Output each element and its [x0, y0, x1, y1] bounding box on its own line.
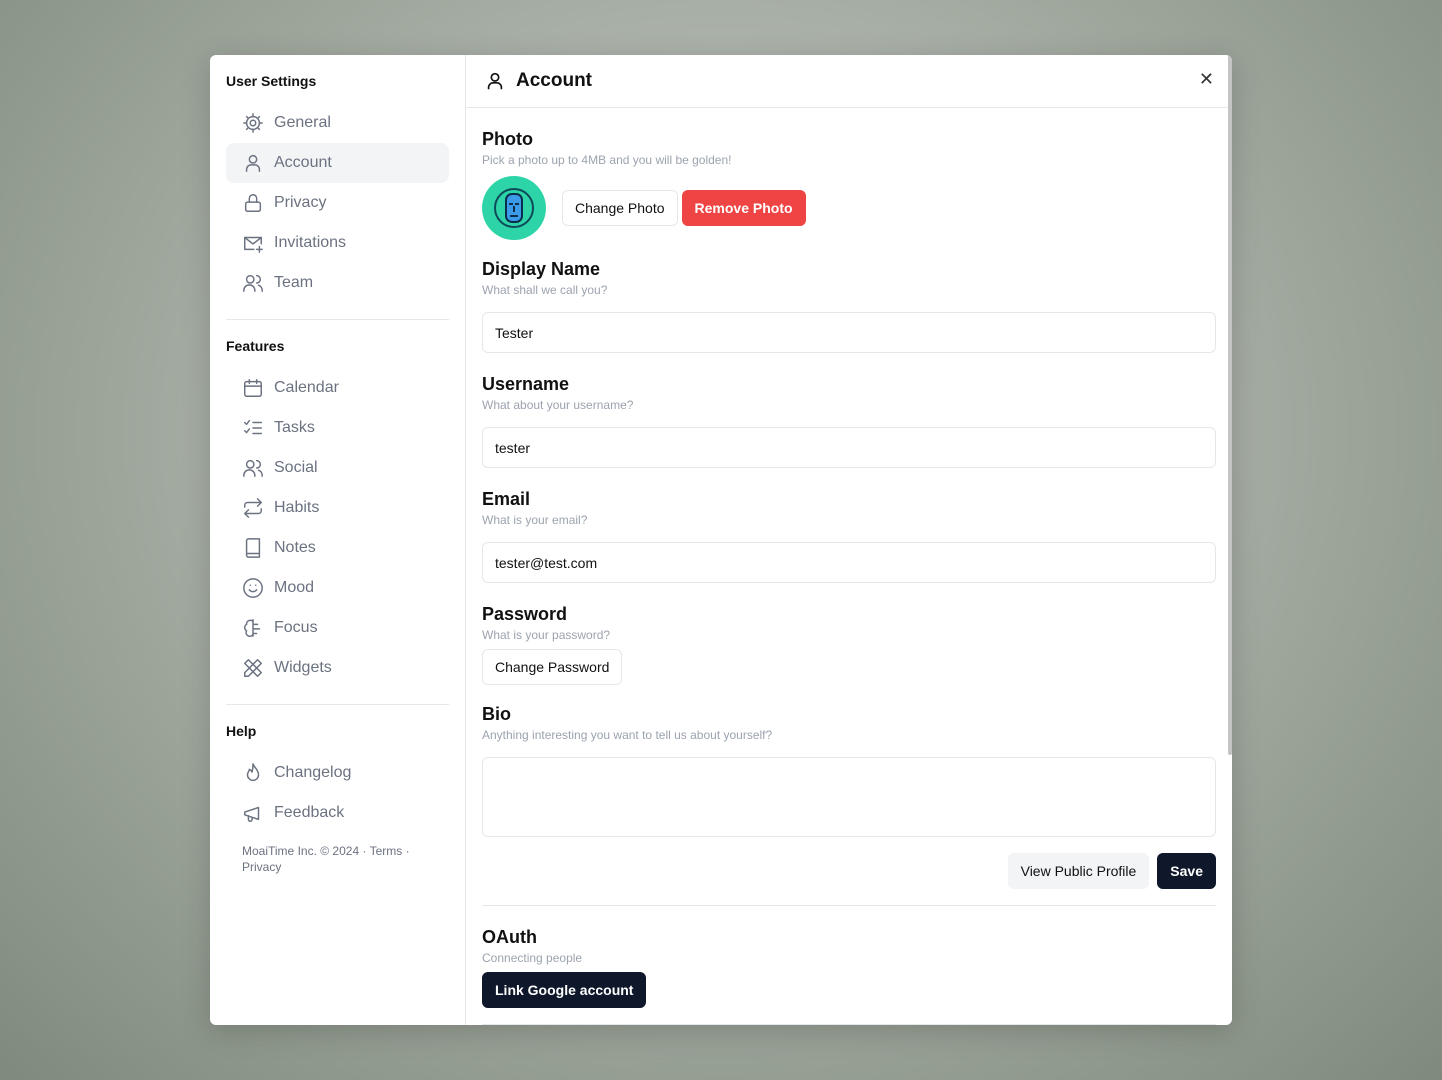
- divider: [226, 704, 449, 705]
- gear-icon: [243, 113, 263, 133]
- save-button[interactable]: Save: [1157, 853, 1216, 889]
- display-name-heading: Display Name: [482, 259, 601, 279]
- sidebar-item-label: Widgets: [274, 659, 332, 676]
- link-google-button[interactable]: Link Google account: [482, 972, 647, 1008]
- features-heading: Features: [226, 338, 285, 354]
- megaphone-icon: [244, 806, 260, 822]
- sidebar-item-label: Social: [274, 459, 318, 476]
- avatar: [482, 176, 546, 240]
- remove-photo-button[interactable]: Remove Photo: [681, 190, 806, 226]
- flame-icon: [246, 763, 260, 781]
- sidebar-footer: MoaiTime Inc. © 2024 · Terms · Privacy: [226, 843, 449, 875]
- sidebar-item-label: Mood: [274, 579, 315, 596]
- panel-header: Account ✕: [466, 55, 1232, 108]
- help-heading: Help: [226, 723, 257, 739]
- email-input[interactable]: tester@test.com: [482, 542, 1216, 583]
- divider: [482, 1024, 1216, 1025]
- sidebar-item-label: General: [274, 114, 331, 131]
- oauth-subtitle: Connecting people: [482, 951, 583, 965]
- users-icon: [243, 274, 263, 292]
- sidebar-item-label: Calendar: [274, 379, 339, 396]
- email-heading: Email: [482, 489, 531, 509]
- oauth-heading: OAuth: [482, 927, 537, 947]
- terms-link[interactable]: Terms: [370, 844, 403, 858]
- sidebar-item-label: Team: [274, 274, 314, 291]
- users-icon: [243, 459, 263, 477]
- user-icon: [487, 72, 503, 90]
- sidebar-item-feedback[interactable]: Feedback: [226, 793, 449, 833]
- mail-plus-icon: [244, 236, 263, 253]
- sidebar-item-label: Feedback: [274, 804, 345, 821]
- username-heading: Username: [482, 374, 570, 394]
- sidebar-item-notes[interactable]: Notes: [226, 528, 449, 568]
- password-heading: Password: [482, 604, 568, 624]
- sidebar-item-tasks[interactable]: Tasks: [226, 408, 449, 448]
- brain-icon: [244, 619, 261, 637]
- divider: [226, 319, 449, 320]
- sidebar-item-label: Notes: [274, 539, 316, 556]
- sidebar-item-general[interactable]: General: [226, 103, 449, 143]
- pencil-ruler-icon: [244, 659, 262, 677]
- bio-subtitle: Anything interesting you want to tell us…: [482, 728, 773, 742]
- sidebar-item-changelog[interactable]: Changelog: [226, 753, 449, 793]
- list-checks-icon: [244, 419, 262, 435]
- sidebar-item-label: Focus: [274, 619, 318, 636]
- sidebar-item-label: Invitations: [274, 234, 347, 251]
- sidebar-item-label: Privacy: [274, 194, 327, 211]
- photo-subtitle: Pick a photo up to 4MB and you will be g…: [482, 153, 732, 167]
- display-name-input[interactable]: Tester: [482, 312, 1216, 353]
- sidebar-item-mood[interactable]: Mood: [226, 568, 449, 608]
- sidebar: User Settings General Account Privacy In…: [210, 55, 466, 1025]
- repeat-icon: [244, 498, 262, 518]
- change-photo-button[interactable]: Change Photo: [562, 190, 678, 226]
- settings-modal: User Settings General Account Privacy In…: [210, 55, 1232, 1025]
- divider: [482, 905, 1216, 906]
- sidebar-item-social[interactable]: Social: [226, 448, 449, 488]
- bio-heading: Bio: [482, 704, 511, 724]
- user-icon: [245, 154, 261, 172]
- sidebar-item-calendar[interactable]: Calendar: [226, 368, 449, 408]
- sidebar-item-account[interactable]: Account: [226, 143, 449, 183]
- change-password-button[interactable]: Change Password: [482, 649, 623, 685]
- username-input[interactable]: tester: [482, 427, 1216, 468]
- separator: ·: [405, 844, 410, 858]
- book-icon: [245, 538, 261, 558]
- bio-textarea[interactable]: [482, 757, 1216, 837]
- sidebar-item-label: Changelog: [274, 764, 352, 781]
- sidebar-item-team[interactable]: Team: [226, 263, 449, 303]
- panel-title: Account: [516, 70, 592, 91]
- account-panel: Account ✕ Photo Pick a photo up to 4MB a…: [466, 55, 1232, 1025]
- display-name-subtitle: What shall we call you?: [482, 283, 608, 297]
- photo-heading: Photo: [482, 129, 533, 149]
- user-settings-heading: User Settings: [226, 73, 317, 89]
- sidebar-item-privacy[interactable]: Privacy: [226, 183, 449, 223]
- email-subtitle: What is your email?: [482, 513, 588, 527]
- sidebar-item-label: Habits: [274, 499, 320, 516]
- password-subtitle: What is your password?: [482, 628, 611, 642]
- sidebar-item-widgets[interactable]: Widgets: [226, 648, 449, 688]
- sidebar-item-habits[interactable]: Habits: [226, 488, 449, 528]
- sidebar-item-focus[interactable]: Focus: [226, 608, 449, 648]
- copyright: MoaiTime Inc. © 2024 ·: [242, 844, 367, 858]
- smile-icon: [243, 578, 263, 598]
- calendar-icon: [244, 379, 262, 397]
- lock-icon: [244, 194, 262, 212]
- close-icon[interactable]: ✕: [1199, 69, 1214, 90]
- view-public-profile-button[interactable]: View Public Profile: [1007, 853, 1150, 889]
- username-subtitle: What about your username?: [482, 398, 634, 412]
- sidebar-item-label: Tasks: [274, 419, 315, 436]
- sidebar-item-label: Account: [274, 154, 332, 171]
- sidebar-item-invitations[interactable]: Invitations: [226, 223, 449, 263]
- scrollbar[interactable]: [1228, 55, 1232, 755]
- privacy-link[interactable]: Privacy: [242, 860, 281, 874]
